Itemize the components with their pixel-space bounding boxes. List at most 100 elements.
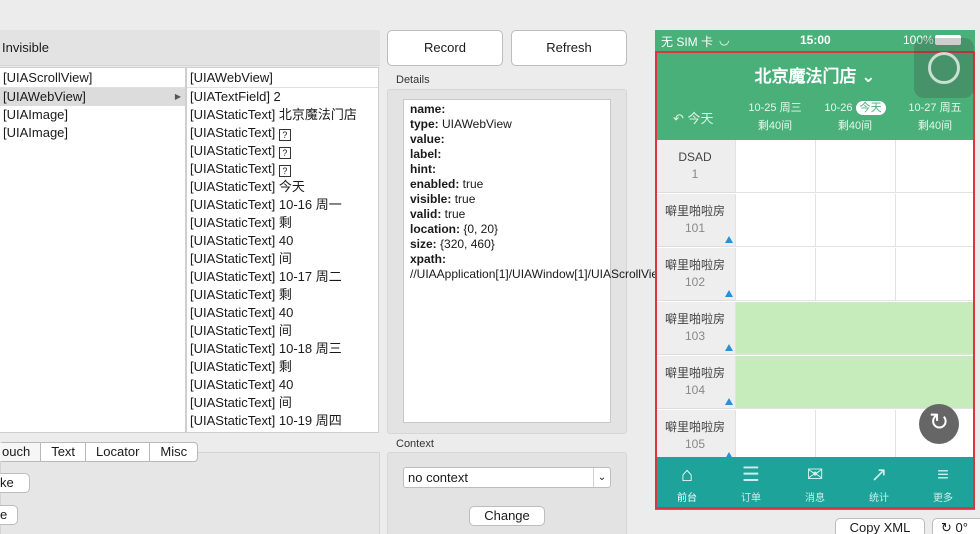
hierarchy-row[interactable]: [UIAStaticText] ? bbox=[187, 160, 378, 178]
booked-cell[interactable] bbox=[735, 302, 975, 355]
hierarchy-row-label: [UIAStaticText] 剩 bbox=[190, 359, 292, 374]
change-button[interactable]: Change bbox=[469, 506, 545, 526]
hierarchy-row-label: [UIAStaticText] 10-18 周三 bbox=[190, 341, 342, 356]
visibility-label: Invisible bbox=[2, 40, 49, 55]
missing-glyph-icon: ? bbox=[278, 147, 291, 159]
hierarchy-row-label: [UIAStaticText] 间 bbox=[190, 395, 292, 410]
hierarchy-row[interactable]: [UIAStaticText] 40 bbox=[187, 376, 378, 394]
hierarchy-row[interactable]: [UIAStaticText] 40 bbox=[187, 304, 378, 322]
assistive-touch-button[interactable] bbox=[914, 38, 974, 98]
details-text: name: type: UIAWebView value: label: hint: en… bbox=[403, 99, 767, 423]
detail-key: hint: bbox=[410, 162, 436, 176]
room-label[interactable]: 噼里啪啦房 104 bbox=[655, 356, 735, 409]
calendar-cell[interactable] bbox=[895, 248, 975, 301]
tab-text[interactable]: Text bbox=[41, 443, 87, 461]
calendar-cell[interactable] bbox=[735, 194, 815, 247]
hierarchy-row[interactable]: [UIAStaticText] 10-16 周一 bbox=[187, 196, 378, 214]
action-button-1[interactable]: ke bbox=[0, 473, 30, 493]
detail-line: name: bbox=[410, 102, 604, 117]
tab-locator[interactable]: Locator bbox=[86, 443, 151, 461]
detail-key: label: bbox=[410, 147, 442, 161]
hierarchy-row[interactable]: [UIAStaticText] ? bbox=[187, 124, 378, 142]
refresh-fab-icon[interactable]: ↻ bbox=[919, 404, 959, 444]
hierarchy-row[interactable]: [UIAStaticText] 北京魔法门店 bbox=[187, 106, 378, 124]
back-today-button[interactable]: ↶ 今天 bbox=[673, 108, 714, 127]
detail-key: xpath: bbox=[410, 252, 446, 266]
room-label[interactable]: 噼里啪啦房 102 bbox=[655, 248, 735, 301]
hierarchy-row[interactable]: [UIAImage] bbox=[0, 106, 185, 124]
calendar-cell[interactable] bbox=[735, 248, 815, 301]
hierarchy-row-label: [UIAStaticText] bbox=[190, 125, 279, 140]
tab-chart[interactable]: ↗ 统计 bbox=[847, 457, 911, 510]
tab-home[interactable]: ⌂ 前台 bbox=[655, 457, 719, 510]
room-number: 105 bbox=[684, 437, 706, 451]
calendar-cell[interactable] bbox=[895, 140, 975, 193]
store-title-text: 北京魔法门店 bbox=[754, 67, 857, 86]
hierarchy-row-label: [UIAStaticText] 间 bbox=[190, 323, 292, 338]
chevron-down-icon: ⌄ bbox=[593, 468, 610, 487]
hierarchy-row[interactable]: [UIATextField] 2 bbox=[187, 88, 378, 106]
hierarchy-row[interactable]: [UIAStaticText] 间 bbox=[187, 322, 378, 340]
record-button[interactable]: Record bbox=[387, 30, 503, 66]
date-column[interactable]: 10-26 今天 剩40间 bbox=[815, 99, 895, 135]
tab-menu[interactable]: ≡ 更多 bbox=[911, 457, 975, 510]
hierarchy-row[interactable]: [UIAImage] bbox=[0, 124, 185, 142]
hierarchy-row[interactable]: [UIAStaticText] 剩 bbox=[187, 286, 378, 304]
detail-line: value: bbox=[410, 132, 604, 147]
calendar-cell[interactable] bbox=[815, 248, 895, 301]
hierarchy-row[interactable]: [UIAStaticText] 10-19 周四 bbox=[187, 412, 378, 430]
hierarchy-column-1[interactable]: [UIAScrollView] [UIAWebView] ▶ [UIAImage][… bbox=[0, 67, 186, 433]
action-panel: ke e bbox=[0, 452, 380, 534]
tab-label: 消息 bbox=[805, 493, 825, 504]
hierarchy-row[interactable]: [UIAStaticText] 今天 bbox=[187, 178, 378, 196]
detail-key: location: bbox=[410, 222, 460, 236]
room-number: 104 bbox=[684, 383, 706, 397]
room-label[interactable]: 噼里啪啦房 105 bbox=[655, 410, 735, 463]
room-marker-icon bbox=[725, 290, 733, 297]
room-label[interactable]: 噼里啪啦房 103 bbox=[655, 302, 735, 355]
date-label: 10-25 周三 bbox=[748, 102, 802, 114]
detail-key: value: bbox=[410, 132, 445, 146]
hierarchy-row-label: [UIAStaticText] 今天 bbox=[190, 179, 305, 194]
hierarchy-row-label: [UIAStaticText] 间 bbox=[190, 251, 292, 266]
detail-line: xpath: //UIAApplication[1]/UIAWindow[1]/… bbox=[410, 252, 767, 282]
calendar-cell[interactable] bbox=[815, 194, 895, 247]
hierarchy-row[interactable]: [UIAStaticText] 剩 bbox=[187, 358, 378, 376]
room-label[interactable]: 噼里啪啦房 101 bbox=[655, 194, 735, 247]
room-name: 噼里啪啦房 bbox=[664, 420, 725, 434]
copy-xml-button[interactable]: Copy XML bbox=[835, 518, 925, 534]
tab-order[interactable]: ☰ 订单 bbox=[719, 457, 783, 510]
date-column[interactable]: 10-25 周三 剩40间 bbox=[735, 99, 815, 135]
hierarchy-row[interactable]: [UIAStaticText] ? bbox=[187, 142, 378, 160]
calendar-cell[interactable] bbox=[895, 194, 975, 247]
detail-line: enabled: true bbox=[410, 177, 604, 192]
calendar-cell[interactable] bbox=[815, 410, 895, 463]
hierarchy-row[interactable]: [UIAWebView] ▶ bbox=[0, 88, 185, 106]
calendar-cell[interactable] bbox=[815, 140, 895, 193]
tab-message[interactable]: ✉ 消息 bbox=[783, 457, 847, 510]
tab-misc[interactable]: Misc bbox=[150, 443, 197, 461]
context-select[interactable]: no context ⌄ bbox=[403, 467, 611, 488]
hierarchy-row[interactable]: [UIAStaticText] 10-18 周三 bbox=[187, 340, 378, 358]
calendar-cell[interactable] bbox=[735, 410, 815, 463]
detail-key: type: bbox=[410, 117, 439, 131]
calendar-cell[interactable] bbox=[735, 140, 815, 193]
status-time: 15:00 bbox=[800, 33, 831, 47]
refresh-button[interactable]: Refresh bbox=[511, 30, 627, 66]
tab-touch[interactable]: ouch bbox=[0, 443, 42, 461]
detail-value: {320, 460} bbox=[436, 237, 495, 251]
hierarchy-row[interactable]: [UIAStaticText] 间 bbox=[187, 394, 378, 412]
rotate-button[interactable]: ↻ 0° bbox=[932, 518, 980, 534]
hierarchy-row[interactable]: [UIAStaticText] 间 bbox=[187, 250, 378, 268]
hierarchy-row[interactable]: [UIAStaticText] 剩 bbox=[187, 214, 378, 232]
home-icon: ⌂ bbox=[680, 464, 694, 486]
hierarchy-column-2[interactable]: [UIAWebView] [UIATextField] 2 [UIAStaticT… bbox=[186, 67, 379, 433]
room-number: 101 bbox=[684, 221, 706, 235]
hierarchy-row[interactable]: [UIAStaticText] 10-17 周二 bbox=[187, 268, 378, 286]
detail-line: location: {0, 20} bbox=[410, 222, 604, 237]
date-column[interactable]: 10-27 周五 剩40间 bbox=[895, 99, 975, 135]
room-label[interactable]: DSAD 1 bbox=[655, 140, 735, 193]
action-button-2[interactable]: e bbox=[0, 505, 18, 525]
booked-cell[interactable] bbox=[735, 356, 975, 409]
hierarchy-row[interactable]: [UIAStaticText] 40 bbox=[187, 232, 378, 250]
